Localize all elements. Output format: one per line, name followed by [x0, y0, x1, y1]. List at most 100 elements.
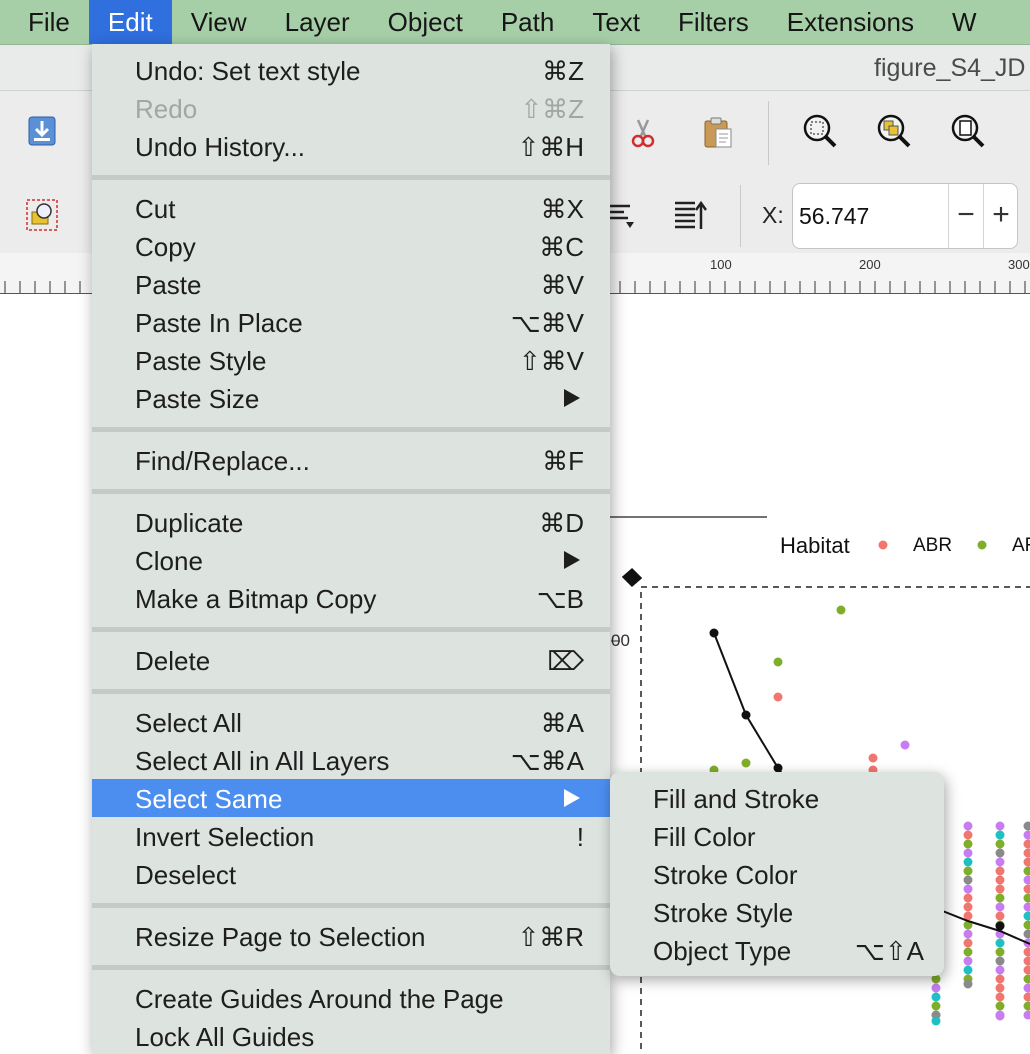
- menu-item-create-guides[interactable]: Create Guides Around the Page: [92, 979, 610, 1017]
- x-decrement-button[interactable]: −: [948, 184, 983, 248]
- scatter-point: [995, 965, 1005, 975]
- scatter-point: [995, 992, 1005, 1002]
- scatter-point: [963, 839, 973, 849]
- raise-to-top-icon[interactable]: [671, 196, 709, 234]
- menu-separator: [92, 627, 610, 632]
- scatter-point: [1023, 839, 1030, 849]
- menu-item-invert-selection[interactable]: Invert Selection !: [92, 817, 610, 855]
- menu-item-lock-all-guides[interactable]: Lock All Guides: [92, 1017, 610, 1054]
- menu-text[interactable]: Text: [573, 0, 659, 44]
- legend-dot-abr: [878, 540, 888, 550]
- ruler-label-300: 300: [1008, 257, 1030, 272]
- scatter-point: [1023, 848, 1030, 858]
- scatter-point: [963, 979, 973, 989]
- x-coordinate-spinbox: − +: [792, 183, 1018, 249]
- edit-menu-dropdown: Undo: Set text style ⌘Z Redo ⇧⌘Z Undo Hi…: [92, 44, 610, 1054]
- menu-item-paste-style[interactable]: Paste Style ⇧⌘V: [92, 341, 610, 379]
- menu-item-undo-history[interactable]: Undo History... ⇧⌘H: [92, 127, 610, 165]
- menu-item-select-all[interactable]: Select All ⌘A: [92, 703, 610, 741]
- menu-item-find-replace[interactable]: Find/Replace... ⌘F: [92, 441, 610, 479]
- scatter-point: [963, 929, 973, 939]
- scatter-point: [995, 1011, 1005, 1021]
- menu-edit[interactable]: Edit: [88, 0, 172, 44]
- scatter-point: [963, 902, 973, 912]
- submenu-item-stroke-style[interactable]: Stroke Style: [610, 893, 944, 931]
- scatter-point: [963, 965, 973, 975]
- select-same-submenu: Fill and Stroke Fill Color Stroke Color …: [610, 772, 944, 976]
- scatter-point: [995, 830, 1005, 840]
- menu-item-paste[interactable]: Paste ⌘V: [92, 265, 610, 303]
- menu-filters[interactable]: Filters: [659, 0, 768, 44]
- scatter-point: [773, 657, 783, 667]
- menu-item-paste-size[interactable]: Paste Size: [92, 379, 610, 417]
- menu-item-make-bitmap-copy[interactable]: Make a Bitmap Copy ⌥B: [92, 579, 610, 617]
- zoom-page-icon[interactable]: [949, 112, 987, 150]
- scatter-point: [995, 983, 1005, 993]
- scatter-point: [995, 938, 1005, 948]
- menu-window[interactable]: W: [933, 0, 996, 44]
- scatter-point: [963, 848, 973, 858]
- scatter-point: [995, 902, 1005, 912]
- menu-item-redo[interactable]: Redo ⇧⌘Z: [92, 89, 610, 127]
- legend-dot-ar: [977, 540, 987, 550]
- zoom-drawing-icon[interactable]: [875, 112, 913, 150]
- menu-item-paste-in-place[interactable]: Paste In Place ⌥⌘V: [92, 303, 610, 341]
- rotate-handle-icon[interactable]: [621, 567, 643, 588]
- menu-item-select-all-in-all-layers[interactable]: Select All in All Layers ⌥⌘A: [92, 741, 610, 779]
- legend-label-abr: ABR: [913, 535, 953, 556]
- paste-icon[interactable]: [699, 114, 737, 152]
- document-title: figure_S4_JD: [874, 54, 1026, 82]
- scatter-point: [1023, 902, 1030, 912]
- x-coordinate-input[interactable]: [797, 194, 951, 238]
- submenu-item-object-type[interactable]: Object Type ⌥⇧A: [610, 931, 944, 969]
- scatter-point: [1023, 875, 1030, 885]
- scatter-point: [1023, 920, 1030, 930]
- menu-object[interactable]: Object: [369, 0, 482, 44]
- menu-item-delete[interactable]: Delete ⌦: [92, 641, 610, 679]
- submenu-arrow-icon: [564, 551, 580, 569]
- scatter-point: [995, 839, 1005, 849]
- scatter-point: [1023, 974, 1030, 984]
- scatter-point: [1023, 965, 1030, 975]
- menu-item-cut[interactable]: Cut ⌘X: [92, 189, 610, 227]
- menu-separator: [92, 903, 610, 908]
- scatter-point: [1023, 992, 1030, 1002]
- menu-file[interactable]: File: [0, 0, 89, 44]
- submenu-item-fill-color[interactable]: Fill Color: [610, 817, 944, 855]
- menu-path[interactable]: Path: [482, 0, 574, 44]
- scatter-point: [1023, 830, 1030, 840]
- menu-item-deselect[interactable]: Deselect: [92, 855, 610, 893]
- x-increment-button[interactable]: +: [983, 184, 1018, 248]
- touch-select-icon[interactable]: [23, 196, 61, 234]
- menu-separator: [92, 489, 610, 494]
- scatter-point: [963, 830, 973, 840]
- menu-item-duplicate[interactable]: Duplicate ⌘D: [92, 503, 610, 541]
- import-icon[interactable]: [23, 112, 61, 150]
- toolbar-separator: [768, 101, 769, 165]
- scatter-point: [1023, 821, 1030, 831]
- submenu-item-fill-and-stroke[interactable]: Fill and Stroke: [610, 779, 944, 817]
- zoom-selection-icon[interactable]: [801, 112, 839, 150]
- menu-item-select-same[interactable]: Select Same: [92, 779, 610, 817]
- menu-item-clone[interactable]: Clone: [92, 541, 610, 579]
- menu-extensions[interactable]: Extensions: [768, 0, 933, 44]
- legend-label-ar: AF: [1012, 535, 1030, 556]
- scatter-point: [1023, 1001, 1030, 1011]
- menu-item-undo[interactable]: Undo: Set text style ⌘Z: [92, 51, 610, 89]
- scatter-point: [1023, 956, 1030, 966]
- menu-item-resize-page-to-selection[interactable]: Resize Page to Selection ⇧⌘R: [92, 917, 610, 955]
- menu-separator: [92, 427, 610, 432]
- scatter-point: [963, 875, 973, 885]
- menu-layer[interactable]: Layer: [266, 0, 369, 44]
- scatter-point: [1023, 857, 1030, 867]
- submenu-arrow-icon: [564, 389, 580, 407]
- cut-icon[interactable]: [624, 114, 662, 152]
- menu-separator: [92, 175, 610, 180]
- menu-view[interactable]: View: [172, 0, 266, 44]
- scatter-point: [963, 884, 973, 894]
- legend-title: Habitat: [780, 533, 850, 558]
- submenu-item-stroke-color[interactable]: Stroke Color: [610, 855, 944, 893]
- scatter-point: [931, 983, 941, 993]
- menu-item-copy[interactable]: Copy ⌘C: [92, 227, 610, 265]
- scatter-point: [963, 821, 973, 831]
